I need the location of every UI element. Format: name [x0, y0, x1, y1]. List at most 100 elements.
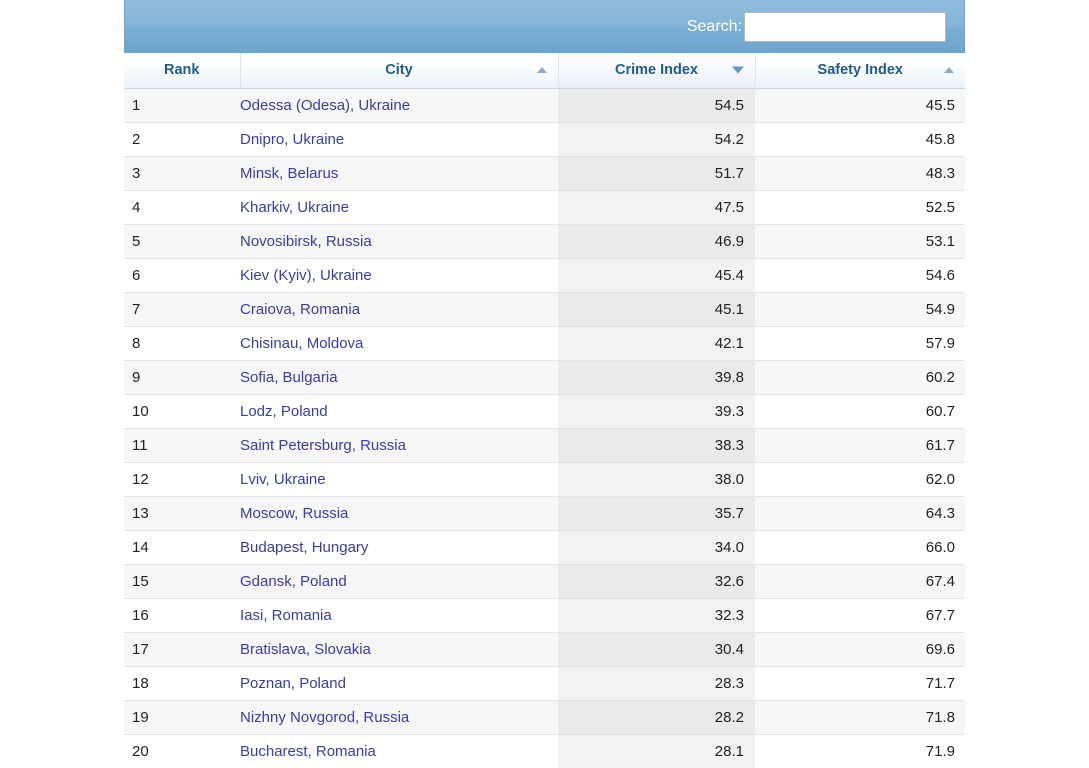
cell-rank: 5: [124, 224, 240, 258]
table-row: 17Bratislava, Slovakia30.469.6: [124, 632, 965, 666]
city-link[interactable]: Odessa (Odesa), Ukraine: [240, 97, 410, 114]
column-header-safety-index[interactable]: Safety Index: [755, 53, 965, 88]
cell-safety-index: 67.4: [755, 564, 965, 598]
cell-crime-index: 45.4: [558, 258, 755, 292]
cell-crime-index: 32.6: [558, 564, 755, 598]
city-link[interactable]: Chisinau, Moldova: [240, 335, 363, 352]
column-header-safety-index-label: Safety Index: [818, 62, 903, 78]
cell-crime-index: 28.3: [558, 666, 755, 700]
cell-city: Iasi, Romania: [240, 598, 558, 632]
table-row: 4Kharkiv, Ukraine47.552.5: [124, 190, 965, 224]
cell-rank: 9: [124, 360, 240, 394]
table-row: 1Odessa (Odesa), Ukraine54.545.5: [124, 88, 965, 122]
cell-rank: 7: [124, 292, 240, 326]
cell-city: Kiev (Kyiv), Ukraine: [240, 258, 558, 292]
city-link[interactable]: Kiev (Kyiv), Ukraine: [240, 267, 372, 284]
city-link[interactable]: Novosibirsk, Russia: [240, 233, 372, 250]
column-header-city[interactable]: City: [240, 53, 558, 88]
city-link[interactable]: Kharkiv, Ukraine: [240, 199, 349, 216]
table-row: 14Budapest, Hungary34.066.0: [124, 530, 965, 564]
sort-ascending-icon: [944, 67, 954, 73]
cell-crime-index: 28.1: [558, 734, 755, 768]
city-link[interactable]: Gdansk, Poland: [240, 573, 347, 590]
cell-rank: 12: [124, 462, 240, 496]
cell-safety-index: 71.8: [755, 700, 965, 734]
cell-city: Minsk, Belarus: [240, 156, 558, 190]
city-link[interactable]: Minsk, Belarus: [240, 165, 338, 182]
cell-safety-index: 61.7: [755, 428, 965, 462]
cell-crime-index: 35.7: [558, 496, 755, 530]
cell-city: Lodz, Poland: [240, 394, 558, 428]
city-link[interactable]: Nizhny Novgorod, Russia: [240, 709, 409, 726]
cell-city: Craiova, Romania: [240, 292, 558, 326]
city-link[interactable]: Dnipro, Ukraine: [240, 131, 344, 148]
cell-safety-index: 60.2: [755, 360, 965, 394]
cell-rank: 13: [124, 496, 240, 530]
cell-rank: 20: [124, 734, 240, 768]
cell-crime-index: 38.3: [558, 428, 755, 462]
city-link[interactable]: Sofia, Bulgaria: [240, 369, 338, 386]
cell-rank: 19: [124, 700, 240, 734]
cell-rank: 3: [124, 156, 240, 190]
cell-crime-index: 54.5: [558, 88, 755, 122]
cell-crime-index: 46.9: [558, 224, 755, 258]
table-row: 9Sofia, Bulgaria 39.860.2: [124, 360, 965, 394]
cell-city: Bratislava, Slovakia: [240, 632, 558, 666]
table-row: 10Lodz, Poland39.360.7: [124, 394, 965, 428]
cell-city: Gdansk, Poland: [240, 564, 558, 598]
city-crime-index-table: Rank City Crime Index Safety Index: [124, 53, 965, 768]
sort-ascending-icon: [537, 67, 547, 73]
cell-safety-index: 57.9: [755, 326, 965, 360]
cell-city: Nizhny Novgorod, Russia: [240, 700, 558, 734]
cell-city: Moscow, Russia: [240, 496, 558, 530]
search-input[interactable]: [744, 12, 946, 42]
cell-city: Chisinau, Moldova: [240, 326, 558, 360]
city-link[interactable]: Lodz, Poland: [240, 403, 328, 420]
column-header-city-label: City: [385, 62, 412, 78]
search-panel: Search:: [124, 0, 965, 53]
table-row: 12Lviv, Ukraine38.062.0: [124, 462, 965, 496]
cell-crime-index: 39.8: [558, 360, 755, 394]
search-label: Search:: [687, 18, 742, 36]
cell-rank: 16: [124, 598, 240, 632]
cell-crime-index: 54.2: [558, 122, 755, 156]
cell-safety-index: 45.8: [755, 122, 965, 156]
city-link[interactable]: Craiova, Romania: [240, 301, 360, 318]
cell-safety-index: 69.6: [755, 632, 965, 666]
cell-crime-index: 42.1: [558, 326, 755, 360]
cell-city: Saint Petersburg, Russia: [240, 428, 558, 462]
cell-rank: 8: [124, 326, 240, 360]
cell-safety-index: 62.0: [755, 462, 965, 496]
cell-crime-index: 45.1: [558, 292, 755, 326]
cell-rank: 15: [124, 564, 240, 598]
column-header-rank[interactable]: Rank: [124, 53, 240, 88]
cell-safety-index: 60.7: [755, 394, 965, 428]
city-link[interactable]: Moscow, Russia: [240, 505, 348, 522]
city-link[interactable]: Bucharest, Romania: [240, 743, 376, 760]
cell-safety-index: 53.1: [755, 224, 965, 258]
cell-crime-index: 47.5: [558, 190, 755, 224]
table-header-row: Rank City Crime Index Safety Index: [124, 53, 965, 88]
cell-rank: 11: [124, 428, 240, 462]
city-link[interactable]: Budapest, Hungary: [240, 539, 368, 556]
cell-safety-index: 71.9: [755, 734, 965, 768]
city-link[interactable]: Bratislava, Slovakia: [240, 641, 371, 658]
table-row: 20Bucharest, Romania 28.171.9: [124, 734, 965, 768]
cell-crime-index: 51.7: [558, 156, 755, 190]
cell-city: Kharkiv, Ukraine: [240, 190, 558, 224]
table-row: 13Moscow, Russia35.764.3: [124, 496, 965, 530]
cell-city: Sofia, Bulgaria: [240, 360, 558, 394]
column-header-crime-index[interactable]: Crime Index: [558, 53, 755, 88]
table-row: 16Iasi, Romania32.367.7: [124, 598, 965, 632]
cell-city: Budapest, Hungary: [240, 530, 558, 564]
city-link[interactable]: Lviv, Ukraine: [240, 471, 326, 488]
city-link[interactable]: Saint Petersburg, Russia: [240, 437, 406, 454]
cell-safety-index: 52.5: [755, 190, 965, 224]
table-row: 8Chisinau, Moldova 42.157.9: [124, 326, 965, 360]
cell-safety-index: 45.5: [755, 88, 965, 122]
table-header: Rank City Crime Index Safety Index: [124, 53, 965, 88]
city-link[interactable]: Iasi, Romania: [240, 607, 332, 624]
table-row: 2Dnipro, Ukraine54.245.8: [124, 122, 965, 156]
cell-rank: 6: [124, 258, 240, 292]
city-link[interactable]: Poznan, Poland: [240, 675, 346, 692]
